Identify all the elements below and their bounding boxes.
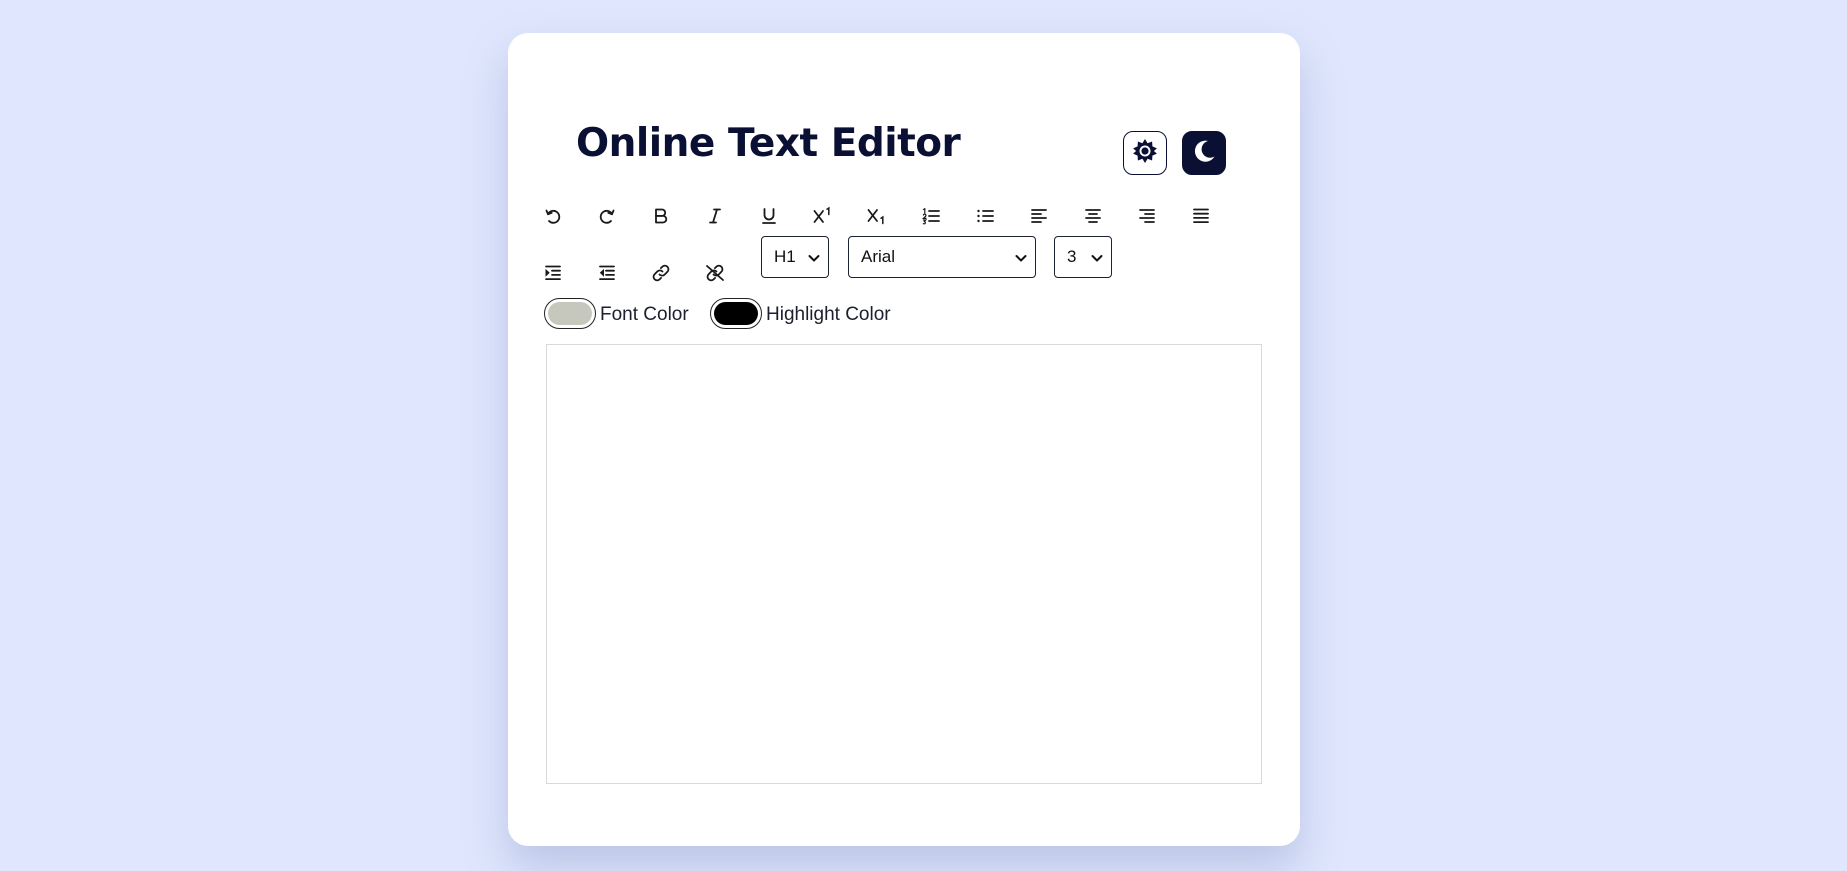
ordered-list-button[interactable] [914,199,948,233]
unordered-list-icon [975,206,995,226]
align-center-icon [1083,206,1103,226]
chevron-down-icon [807,250,821,270]
font-family-select[interactable]: Arial [848,236,1036,278]
indent-button[interactable] [536,256,570,290]
create-link-button[interactable] [644,256,678,290]
moon-icon [1190,137,1218,169]
bold-button[interactable] [644,199,678,233]
unlink-icon [704,263,726,283]
light-mode-button[interactable] [1123,131,1167,175]
chevron-down-icon [1014,250,1028,270]
ordered-list-icon [921,206,941,226]
italic-button[interactable] [698,199,732,233]
align-right-button[interactable] [1130,199,1164,233]
heading-select[interactable]: H1 [761,236,829,278]
superscript-icon [812,206,834,226]
font-color-swatch [548,302,592,325]
font-color-label: Font Color [600,304,689,325]
dark-mode-button[interactable] [1182,131,1226,175]
redo-icon [597,206,617,226]
align-left-button[interactable] [1022,199,1056,233]
font-size-select[interactable]: 3 [1054,236,1112,278]
subscript-button[interactable] [860,199,894,233]
link-icon [650,263,672,283]
font-color-picker[interactable] [544,298,596,329]
page-title: Online Text Editor [576,121,961,166]
outdent-icon [597,263,617,283]
italic-icon [705,206,725,226]
align-left-icon [1029,206,1049,226]
align-center-button[interactable] [1076,199,1110,233]
undo-icon [543,206,563,226]
highlight-color-label: Highlight Color [766,304,891,325]
superscript-button[interactable] [806,199,840,233]
unlink-button[interactable] [698,256,732,290]
underline-icon [759,206,779,226]
font-size-select-value: 3 [1067,247,1077,266]
subscript-icon [866,206,888,226]
editor-card: Online Text Editor H1 Arial 3 Font Color… [508,33,1300,846]
justify-icon [1191,206,1211,226]
chevron-down-icon [1090,250,1104,270]
justify-button[interactable] [1184,199,1218,233]
highlight-color-picker[interactable] [710,298,762,329]
bold-icon [651,206,671,226]
outdent-button[interactable] [590,256,624,290]
redo-button[interactable] [590,199,624,233]
align-right-icon [1137,206,1157,226]
sun-icon [1130,136,1160,170]
font-family-select-value: Arial [861,247,896,266]
unordered-list-button[interactable] [968,199,1002,233]
underline-button[interactable] [752,199,786,233]
indent-icon [543,263,563,283]
heading-select-value: H1 [774,247,796,266]
undo-button[interactable] [536,199,570,233]
text-editor-area[interactable] [546,344,1262,784]
highlight-color-swatch [714,302,758,325]
